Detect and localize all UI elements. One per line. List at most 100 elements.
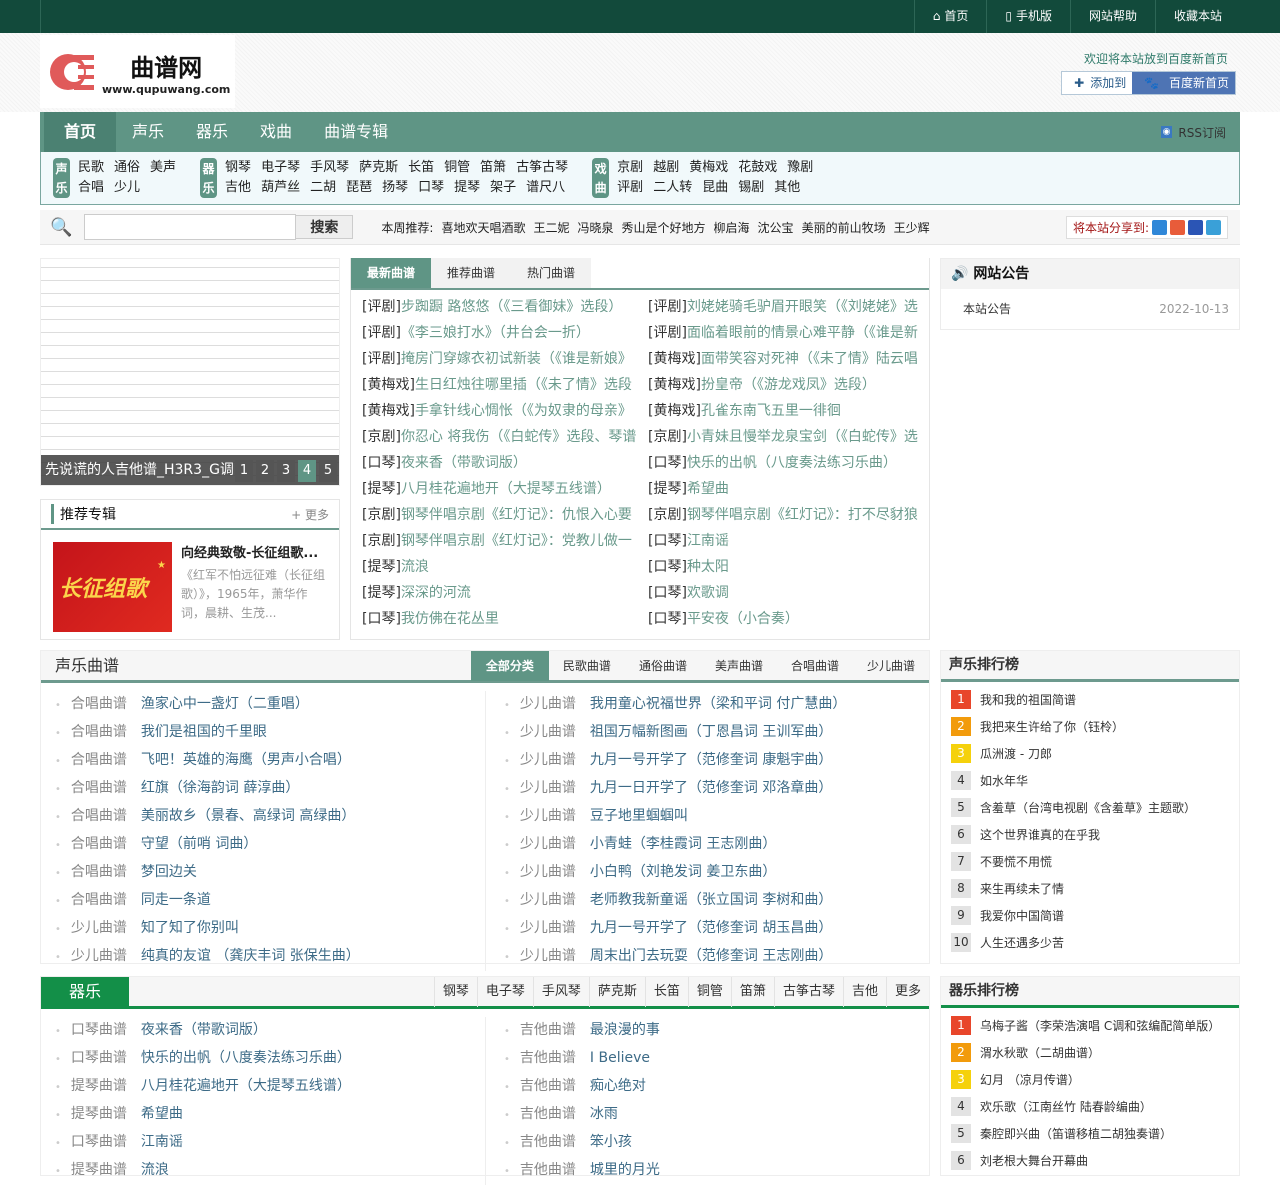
rank-title[interactable]: 渭水秋歌（二胡曲谱） [980,1044,1100,1061]
rss-link[interactable]: ◉ RSS订阅 [1160,124,1226,141]
instrument-tab[interactable]: 电子琴 [476,977,533,1007]
rank-item[interactable]: 10 人生还遇多少苦 [941,929,1239,956]
news-title[interactable]: 钢琴伴唱京剧《红灯记》：党教儿做一 [401,533,632,549]
news-title[interactable]: 面临着眼前的情景心难平静（《谁是新 [687,325,918,341]
slide-page-button[interactable]: 2 [256,460,274,482]
list-item[interactable]: 合唱曲谱我们是祖国的千里眼 [55,719,485,747]
list-item[interactable]: 吉他曲谱痴心绝对 [504,1073,929,1101]
item-category[interactable]: 少儿曲谱 [520,892,576,908]
nav-item-1[interactable]: 声乐 [116,112,180,152]
news-title[interactable]: 钢琴伴唱京剧《红灯记》：打不尽豺狼 [687,507,918,523]
rank-item[interactable]: 5 含羞草（台湾电视剧《含羞草》主题歌） [941,794,1239,821]
item-title[interactable]: 痴心绝对 [590,1078,646,1094]
slide-page-button[interactable]: 3 [277,460,295,482]
list-item[interactable]: 吉他曲谱最浪漫的事 [504,1017,929,1045]
item-title[interactable]: 快乐的出帆（八度奏法练习乐曲） [141,1050,351,1066]
rank-item[interactable]: 1 我和我的祖国简谱 [941,686,1239,713]
logo[interactable]: 曲谱网 www.qupuwang.com [40,35,235,108]
vocal-tab[interactable]: 美声曲谱 [701,651,777,681]
item-title[interactable]: 周末出门去玩耍（范修奎词 王志刚曲） [590,948,832,964]
nav-item-4[interactable]: 曲谱专辑 [308,112,404,152]
subnav-link[interactable]: 电子琴 [261,158,300,178]
nav-item-2[interactable]: 器乐 [180,112,244,152]
list-item[interactable]: 吉他曲谱笨小孩 [504,1129,929,1157]
item-category[interactable]: 少儿曲谱 [520,696,576,712]
recommend-link[interactable]: 秀山是个好地方 [622,219,706,236]
list-item[interactable]: 合唱曲谱守望（前哨 词曲） [55,831,485,859]
news-item[interactable]: [口琴]快乐的出帆（八度奏法练习乐曲） [648,450,924,476]
list-item[interactable]: 吉他曲谱城里的月光 [504,1157,929,1185]
subnav-link[interactable]: 花鼓戏 [738,158,777,178]
item-category[interactable]: 少儿曲谱 [520,780,576,796]
list-item[interactable]: 少儿曲谱小白鸭（刘艳发词 姜卫东曲） [504,859,929,887]
latest-tab-0[interactable]: 最新曲谱 [351,258,431,288]
news-item[interactable]: [京剧]钢琴伴唱京剧《红灯记》：党教儿做一 [362,528,648,554]
baidu-share-icon[interactable] [1188,220,1203,235]
instrument-tab[interactable]: 铜管 [687,977,731,1007]
item-category[interactable]: 合唱曲谱 [71,864,127,880]
subnav-link[interactable]: 二胡 [310,178,336,198]
list-item[interactable]: 少儿曲谱知了知了你别叫 [55,915,485,943]
subnav-link[interactable]: 铜管 [444,158,470,178]
item-category[interactable]: 合唱曲谱 [71,808,127,824]
rank-title[interactable]: 含羞草（台湾电视剧《含羞草》主题歌） [980,799,1196,816]
subnav-link[interactable]: 二人转 [653,178,692,198]
list-item[interactable]: 合唱曲谱渔家心中一盏灯（二重唱） [55,691,485,719]
list-item[interactable]: 口琴曲谱夜来香（带歌词版） [55,1017,485,1045]
list-item[interactable]: 少儿曲谱九月一日开学了（范修奎词 邓洛章曲） [504,775,929,803]
news-title[interactable]: 步踟蹰 路悠悠（《三看御妹》选段） [401,299,622,315]
item-title[interactable]: 守望（前哨 词曲） [141,836,257,852]
latest-tab-1[interactable]: 推荐曲谱 [431,258,511,288]
item-title[interactable]: 九月一号开学了（范修奎词 康魁宇曲） [590,752,832,768]
item-category[interactable]: 口琴曲谱 [71,1022,127,1038]
item-title[interactable]: 我用童心祝福世界（梁和平词 付广慧曲） [590,696,846,712]
subnav-link[interactable]: 通俗 [114,158,140,178]
news-item[interactable]: [提琴]深深的河流 [362,580,648,606]
news-title[interactable]: 孔雀东南飞五里一徘徊 [701,403,841,419]
rank-title[interactable]: 来生再续未了情 [980,880,1064,897]
item-title[interactable]: 梦回边关 [141,864,197,880]
list-item[interactable]: 少儿曲谱周末出门去玩耍（范修奎词 王志刚曲） [504,943,929,971]
item-category[interactable]: 口琴曲谱 [71,1134,127,1150]
album-cover[interactable]: ★ 长征组歌 [53,542,172,632]
news-title[interactable]: 面带笑容对死神（《未了情》陆云唱 [701,351,918,367]
subnav-link[interactable]: 美声 [150,158,176,178]
album-title[interactable]: 向经典致敬-长征组歌... [181,542,318,561]
item-title[interactable]: 江南谣 [141,1134,183,1150]
item-title[interactable]: 美丽故乡（景春、高绿词 高绿曲） [141,808,355,824]
news-title[interactable]: 扮皇帝（《游龙戏凤》选段） [701,377,876,393]
item-category[interactable]: 合唱曲谱 [71,724,127,740]
item-title[interactable]: 飞吧！英雄的海鹰（男声小合唱） [141,752,351,768]
subnav-link[interactable]: 架子 [490,178,516,198]
recommend-link[interactable]: 王二妮 [533,219,569,236]
news-item[interactable]: [口琴]平安夜（小合奏） [648,606,924,632]
news-title[interactable]: 小青妹且慢举龙泉宝剑（《白蛇传》选 [687,429,918,445]
news-title[interactable]: 希望曲 [687,481,729,497]
news-item[interactable]: [京剧]小青妹且慢举龙泉宝剑（《白蛇传》选 [648,424,924,450]
item-title[interactable]: 冰雨 [590,1106,618,1122]
item-title[interactable]: 同走一条道 [141,892,211,908]
instrument-tab[interactable]: 古筝古琴 [773,977,843,1007]
instrument-tab[interactable]: 吉他 [842,977,886,1007]
subnav-link[interactable]: 口琴 [418,178,444,198]
news-item[interactable]: [口琴]种太阳 [648,554,924,580]
vocal-tab[interactable]: 民歌曲谱 [549,651,625,681]
rank-title[interactable]: 我爱你中国简谱 [980,907,1064,924]
list-item[interactable]: 少儿曲谱老师教我新童谣（张立国词 李树和曲） [504,887,929,915]
item-title[interactable]: 红旗（徐海韵词 薛淳曲） [141,780,299,796]
rank-title[interactable]: 我和我的祖国简谱 [980,691,1076,708]
recommend-link[interactable]: 柳启海 [714,219,750,236]
subnav-link[interactable]: 豫剧 [787,158,813,178]
subnav-link[interactable]: 合唱 [78,178,104,198]
item-category[interactable]: 少儿曲谱 [520,836,576,852]
list-item[interactable]: 口琴曲谱快乐的出帆（八度奏法练习乐曲） [55,1045,485,1073]
set-homepage-button[interactable]: ✚ 添加到 🐾 百度新首页 [1061,71,1236,95]
news-item[interactable]: [口琴]江南谣 [648,528,924,554]
item-title[interactable]: 城里的月光 [590,1162,660,1178]
rank-title[interactable]: 不要慌不用慌 [980,853,1052,870]
news-item[interactable]: [评剧]掩房门穿嫁衣初试新装（《谁是新娘》 [362,346,648,372]
vocal-tab[interactable]: 全部分类 [470,651,549,681]
list-item[interactable]: 少儿曲谱九月一号开学了（范修奎词 康魁宇曲） [504,747,929,775]
item-category[interactable]: 少儿曲谱 [520,948,576,964]
rank-item[interactable]: 1 乌梅子酱（李荣浩演唱 C调和弦编配简单版） [941,1012,1239,1039]
